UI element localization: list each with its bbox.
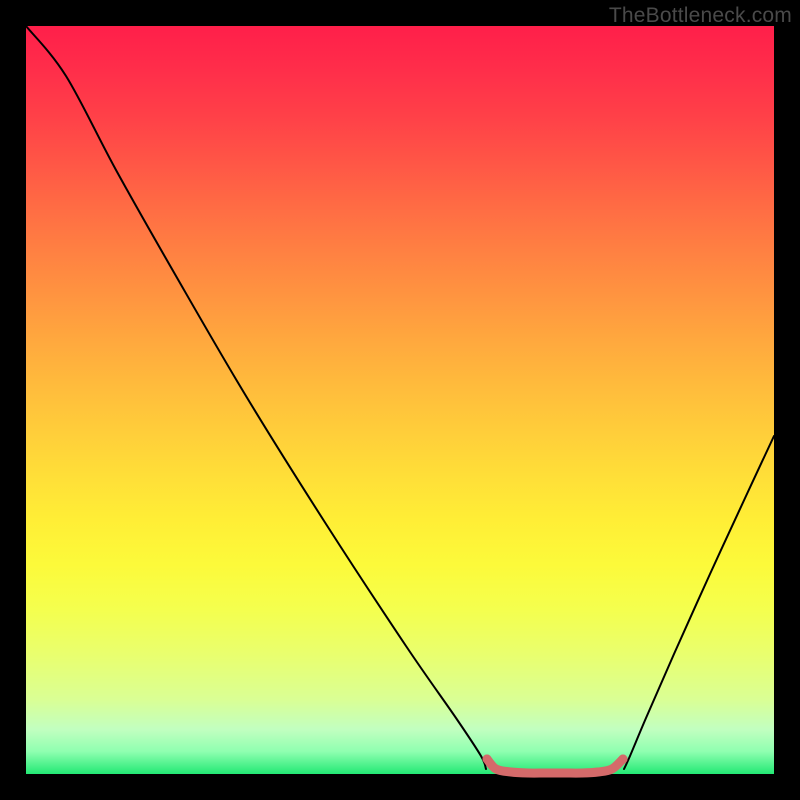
series-left-descending-curve <box>26 26 486 769</box>
chart-plot-area <box>26 26 774 774</box>
series-bottom-flat-segment <box>487 759 623 773</box>
series-bottom-flat-segment-endpoint <box>619 755 628 764</box>
chart-svg <box>26 26 774 774</box>
series-right-ascending-curve <box>624 436 774 769</box>
series-bottom-flat-segment-endpoint <box>483 755 492 764</box>
watermark-text: TheBottleneck.com <box>609 4 792 28</box>
